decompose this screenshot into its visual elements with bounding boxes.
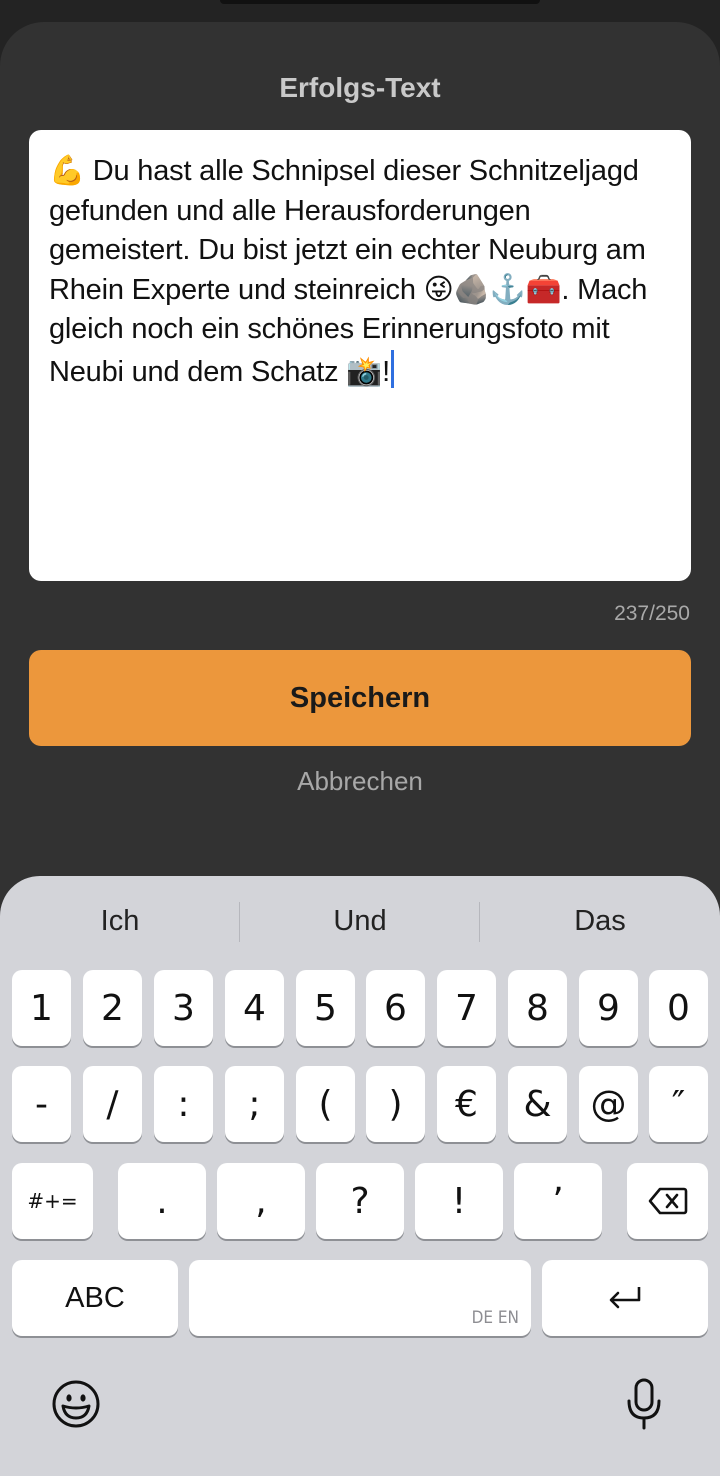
microphone-icon [627,1378,661,1430]
key-3[interactable]: 3 [154,970,213,1046]
screen: Erfolgs-Text 💪 Du hast alle Schnipsel di… [0,0,720,1476]
key-4[interactable]: 4 [225,970,284,1046]
save-button[interactable]: Speichern [29,650,691,746]
key-slash[interactable]: / [83,1066,142,1142]
key-close-paren[interactable]: ) [366,1066,425,1142]
key-apostrophe[interactable]: ’ [514,1163,602,1239]
emoji-button[interactable] [46,1374,106,1434]
key-5[interactable]: 5 [296,970,355,1046]
key-open-paren[interactable]: ( [296,1066,355,1142]
key-hyphen[interactable]: - [12,1066,71,1142]
key-comma[interactable]: , [217,1163,305,1239]
return-key[interactable] [542,1260,708,1336]
emoji-icon [52,1380,100,1428]
key-question[interactable]: ? [316,1163,404,1239]
suggestion-1[interactable]: Ich [0,876,240,966]
text-caret [391,349,395,388]
dictation-button[interactable] [614,1374,674,1434]
top-notch [220,0,540,4]
suggestion-bar: Ich Und Das [0,876,720,966]
key-6[interactable]: 6 [366,970,425,1046]
success-text-value[interactable]: 💪 Du hast alle Schnipsel dieser Schnitze… [49,152,671,392]
key-colon[interactable]: : [154,1066,213,1142]
delete-key[interactable] [627,1163,708,1239]
suggestion-2[interactable]: Und [240,876,480,966]
key-2[interactable]: 2 [83,970,142,1046]
key-1[interactable]: 1 [12,970,71,1046]
key-semicolon[interactable]: ; [225,1066,284,1142]
key-euro[interactable]: € [437,1066,496,1142]
key-9[interactable]: 9 [579,970,638,1046]
return-icon [609,1287,641,1309]
success-text-field[interactable]: 💪 Du hast alle Schnipsel dieser Schnitze… [29,130,691,581]
key-7[interactable]: 7 [437,970,496,1046]
character-counter: 237/250 [614,602,690,625]
key-at[interactable]: @ [579,1066,638,1142]
delete-icon [648,1187,687,1215]
key-period[interactable]: . [118,1163,206,1239]
cancel-button[interactable]: Abbrechen [0,766,720,797]
key-ampersand[interactable]: & [508,1066,567,1142]
keyboard: Ich Und Das 1 2 3 4 5 6 7 8 9 0 - / : ; … [0,876,720,1476]
key-8[interactable]: 8 [508,970,567,1046]
sheet-title: Erfolgs-Text [279,72,441,103]
key-0[interactable]: 0 [649,970,708,1046]
space-bar[interactable]: DE EN [189,1260,531,1336]
key-quote[interactable]: ″ [649,1066,708,1142]
key-exclamation[interactable]: ! [415,1163,503,1239]
suggestion-3[interactable]: Das [480,876,720,966]
key-abc[interactable]: ABC [12,1260,178,1336]
key-more-symbols[interactable]: #+= [12,1163,93,1239]
space-language-hint: DE EN [471,1308,519,1328]
